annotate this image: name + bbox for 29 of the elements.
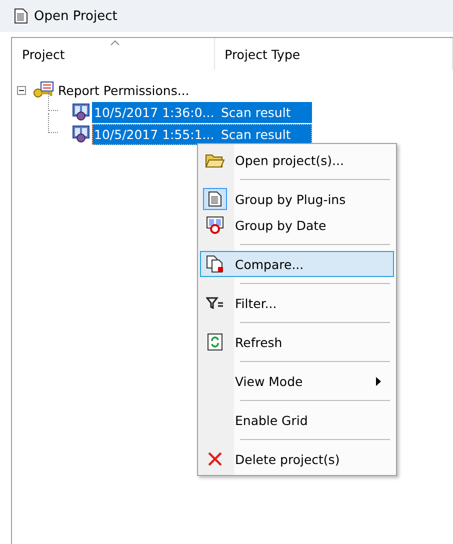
document-icon (14, 8, 28, 24)
scan-result-icon (72, 103, 90, 121)
menu-item[interactable]: Group by Date (200, 212, 394, 238)
scan-result-icon (72, 125, 90, 143)
menu-item[interactable]: Compare... (200, 251, 394, 277)
column-header[interactable]: Project Type (214, 38, 453, 70)
filter-icon (206, 297, 224, 309)
menu-item[interactable]: View Mode (200, 368, 394, 394)
menu-item[interactable]: Enable Grid (200, 407, 394, 433)
collapse-toggle[interactable] (17, 86, 26, 94)
minus-icon (19, 88, 24, 92)
submenu-arrow-icon (376, 376, 381, 386)
delete-icon (207, 451, 223, 467)
calendar-icon (206, 216, 224, 234)
window-title: Open Project (34, 8, 118, 24)
document-icon (208, 191, 222, 207)
menu-item[interactable]: Refresh (200, 329, 394, 355)
menu-item[interactable]: Delete project(s) (200, 446, 394, 472)
menu-item[interactable]: Group by Plug-ins (200, 186, 394, 212)
project-icon (33, 81, 55, 99)
refresh-icon (207, 333, 223, 351)
menu-item[interactable]: Open project(s)... (200, 147, 394, 173)
folder-icon (205, 152, 225, 168)
compare-icon (206, 255, 224, 273)
tree-item[interactable]: Report Permissions... (58, 82, 190, 98)
column-header[interactable]: Project (12, 38, 215, 70)
menu-item[interactable]: Filter... (200, 290, 394, 316)
tree-row[interactable]: 10/5/2017 1:55:1... Scan result (92, 124, 312, 144)
tree-row[interactable]: 10/5/2017 1:36:0... Scan result (92, 102, 312, 122)
